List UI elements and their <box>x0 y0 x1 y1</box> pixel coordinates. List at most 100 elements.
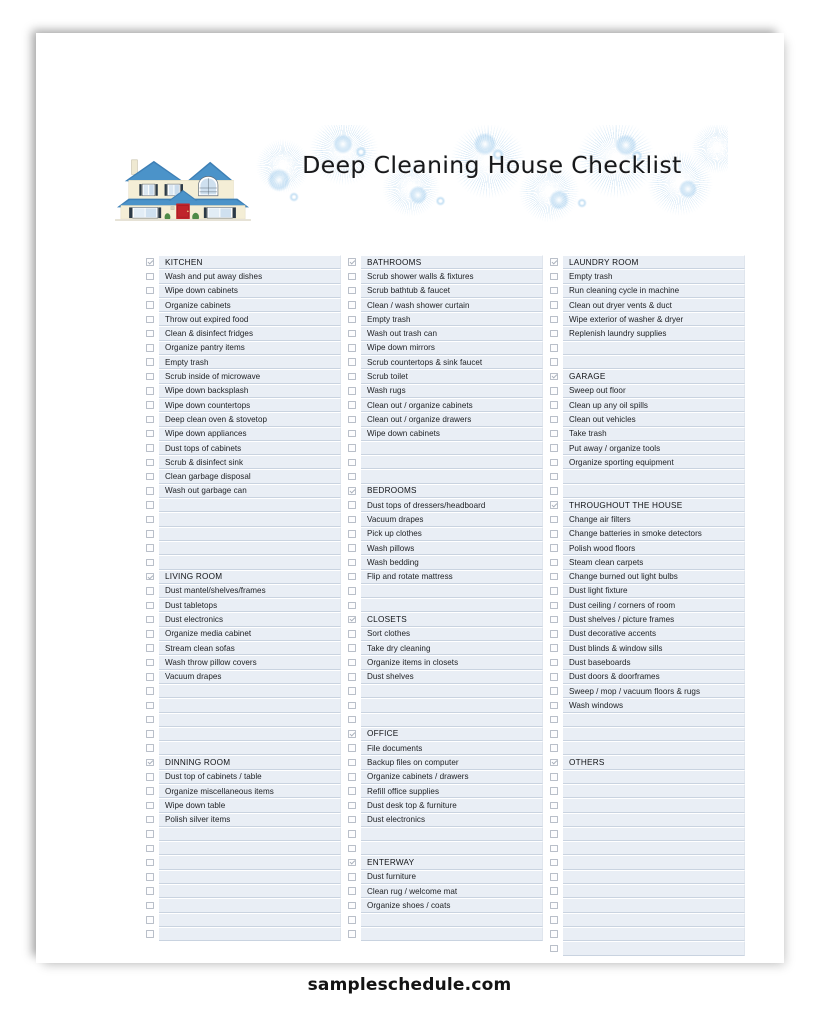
row-label-cell[interactable]: LAUNDRY ROOM <box>563 255 745 270</box>
row-label-cell[interactable] <box>563 941 745 956</box>
checkbox-cell[interactable] <box>146 484 159 498</box>
row-label-cell[interactable]: Wipe down cabinets <box>361 426 543 441</box>
checklist-row[interactable]: Refill office supplies <box>348 783 543 799</box>
checklist-row[interactable]: Organize media cabinet <box>146 626 341 642</box>
checkbox-icon[interactable] <box>348 530 356 538</box>
checkbox-cell[interactable] <box>348 312 361 326</box>
row-label-cell[interactable] <box>361 826 543 842</box>
checklist-row[interactable]: Flip and rotate mattress <box>348 569 543 584</box>
blank-row[interactable] <box>550 712 745 727</box>
row-label-cell[interactable] <box>159 698 341 713</box>
blank-row[interactable] <box>550 941 745 956</box>
checkbox-icon[interactable] <box>550 272 558 281</box>
checkbox-cell[interactable] <box>550 512 563 526</box>
row-label-cell[interactable]: Run cleaning cycle in machine <box>563 283 745 298</box>
checkbox-cell[interactable] <box>348 612 361 626</box>
checklist-row[interactable]: Wipe down backsplash <box>146 383 341 398</box>
checkbox-cell[interactable] <box>348 398 361 412</box>
row-label-cell[interactable]: Dust blinds & window sills <box>563 641 745 656</box>
checkbox-icon[interactable] <box>146 272 154 281</box>
blank-row[interactable] <box>348 926 543 942</box>
checkbox-icon[interactable] <box>146 715 154 724</box>
checklist-row[interactable]: Vacuum drapes <box>146 669 341 684</box>
checkbox-cell[interactable] <box>146 884 159 898</box>
checkbox-icon[interactable] <box>550 844 558 853</box>
checklist-row[interactable]: Wash pillows <box>348 540 543 556</box>
section-header-row[interactable]: THROUGHOUT THE HOUSE <box>550 498 745 513</box>
checklist-row[interactable]: Scrub toilet <box>348 369 543 384</box>
checkbox-cell[interactable] <box>348 427 361 441</box>
section-header-row[interactable]: DINNING ROOM <box>146 755 341 770</box>
blank-row[interactable] <box>146 826 341 842</box>
row-label-cell[interactable] <box>563 340 745 356</box>
checkbox-cell[interactable] <box>550 498 563 512</box>
row-label-cell[interactable]: Change batteries in smoke detectors <box>563 526 745 541</box>
checkbox-icon[interactable] <box>146 801 154 810</box>
blank-row[interactable] <box>146 698 341 713</box>
row-label-cell[interactable] <box>563 469 745 484</box>
checkbox-cell[interactable] <box>550 827 563 841</box>
checkbox-icon[interactable] <box>348 758 356 767</box>
checklist-row[interactable]: Wipe down cabinets <box>348 426 543 441</box>
checkbox-icon[interactable] <box>348 429 356 438</box>
blank-row[interactable] <box>348 912 543 927</box>
checklist-row[interactable]: Change burned out light bulbs <box>550 569 745 584</box>
blank-row[interactable] <box>348 698 543 713</box>
row-label-cell[interactable]: Wipe down countertops <box>159 397 341 413</box>
checkbox-icon[interactable] <box>550 458 558 467</box>
checkbox-icon[interactable] <box>550 815 558 824</box>
checkbox-cell[interactable] <box>348 770 361 784</box>
checkbox-icon[interactable] <box>550 830 558 838</box>
row-label-cell[interactable] <box>159 683 341 699</box>
row-label-cell[interactable]: Clean / wash shower curtain <box>361 297 543 313</box>
blank-row[interactable] <box>550 783 745 799</box>
checkbox-icon[interactable] <box>348 787 356 795</box>
checklist-row[interactable]: Wipe down countertops <box>146 397 341 413</box>
checkbox-cell[interactable] <box>146 541 159 555</box>
checkbox-cell[interactable] <box>550 384 563 398</box>
checkbox-cell[interactable] <box>550 469 563 483</box>
row-label-cell[interactable]: OTHERS <box>563 755 745 770</box>
checkbox-icon[interactable] <box>550 801 558 810</box>
checklist-row[interactable]: Wipe down appliances <box>146 426 341 441</box>
checkbox-icon[interactable] <box>146 673 154 681</box>
row-label-cell[interactable] <box>563 769 745 784</box>
blank-row[interactable] <box>348 455 543 470</box>
row-label-cell[interactable] <box>159 726 341 742</box>
checkbox-icon[interactable] <box>348 773 356 781</box>
checkbox-cell[interactable] <box>348 713 361 727</box>
blank-row[interactable] <box>550 826 745 842</box>
row-label-cell[interactable]: Change burned out light bulbs <box>563 569 745 584</box>
checkbox-icon[interactable] <box>348 544 356 552</box>
row-label-cell[interactable]: Dust shelves / picture frames <box>563 612 745 627</box>
checkbox-icon[interactable] <box>348 844 356 853</box>
checkbox-cell[interactable] <box>146 412 159 426</box>
checkbox-icon[interactable] <box>550 930 558 938</box>
checkbox-icon[interactable] <box>550 301 558 309</box>
checkbox-cell[interactable] <box>348 755 361 769</box>
checklist-row[interactable]: Dust furniture <box>348 869 543 885</box>
checkbox-cell[interactable] <box>550 584 563 598</box>
checkbox-cell[interactable] <box>550 641 563 655</box>
checklist-row[interactable]: Replenish laundry supplies <box>550 326 745 341</box>
checklist-row[interactable]: Scrub countertops & sink faucet <box>348 355 543 370</box>
checkbox-cell[interactable] <box>348 798 361 812</box>
row-label-cell[interactable]: Polish wood floors <box>563 540 745 556</box>
checkbox-icon[interactable] <box>348 572 356 581</box>
checklist-row[interactable]: Stream clean sofas <box>146 641 341 656</box>
checklist-row[interactable]: Put away / organize tools <box>550 440 745 456</box>
row-label-cell[interactable]: Dust mantel/shelves/frames <box>159 583 341 599</box>
checkbox-icon[interactable] <box>550 744 558 752</box>
row-label-cell[interactable]: Wash out trash can <box>361 326 543 341</box>
checkbox-icon[interactable] <box>348 501 356 509</box>
checkbox-icon[interactable] <box>146 587 154 595</box>
row-label-cell[interactable] <box>563 884 745 899</box>
checkbox-cell[interactable] <box>146 298 159 312</box>
row-label-cell[interactable]: Put away / organize tools <box>563 440 745 456</box>
checkbox-cell[interactable] <box>550 755 563 769</box>
checkbox-icon[interactable] <box>348 673 356 681</box>
blank-row[interactable] <box>550 855 745 870</box>
checkbox-cell[interactable] <box>550 698 563 712</box>
checkbox-cell[interactable] <box>348 884 361 898</box>
checklist-row[interactable]: Scrub bathtub & faucet <box>348 283 543 298</box>
